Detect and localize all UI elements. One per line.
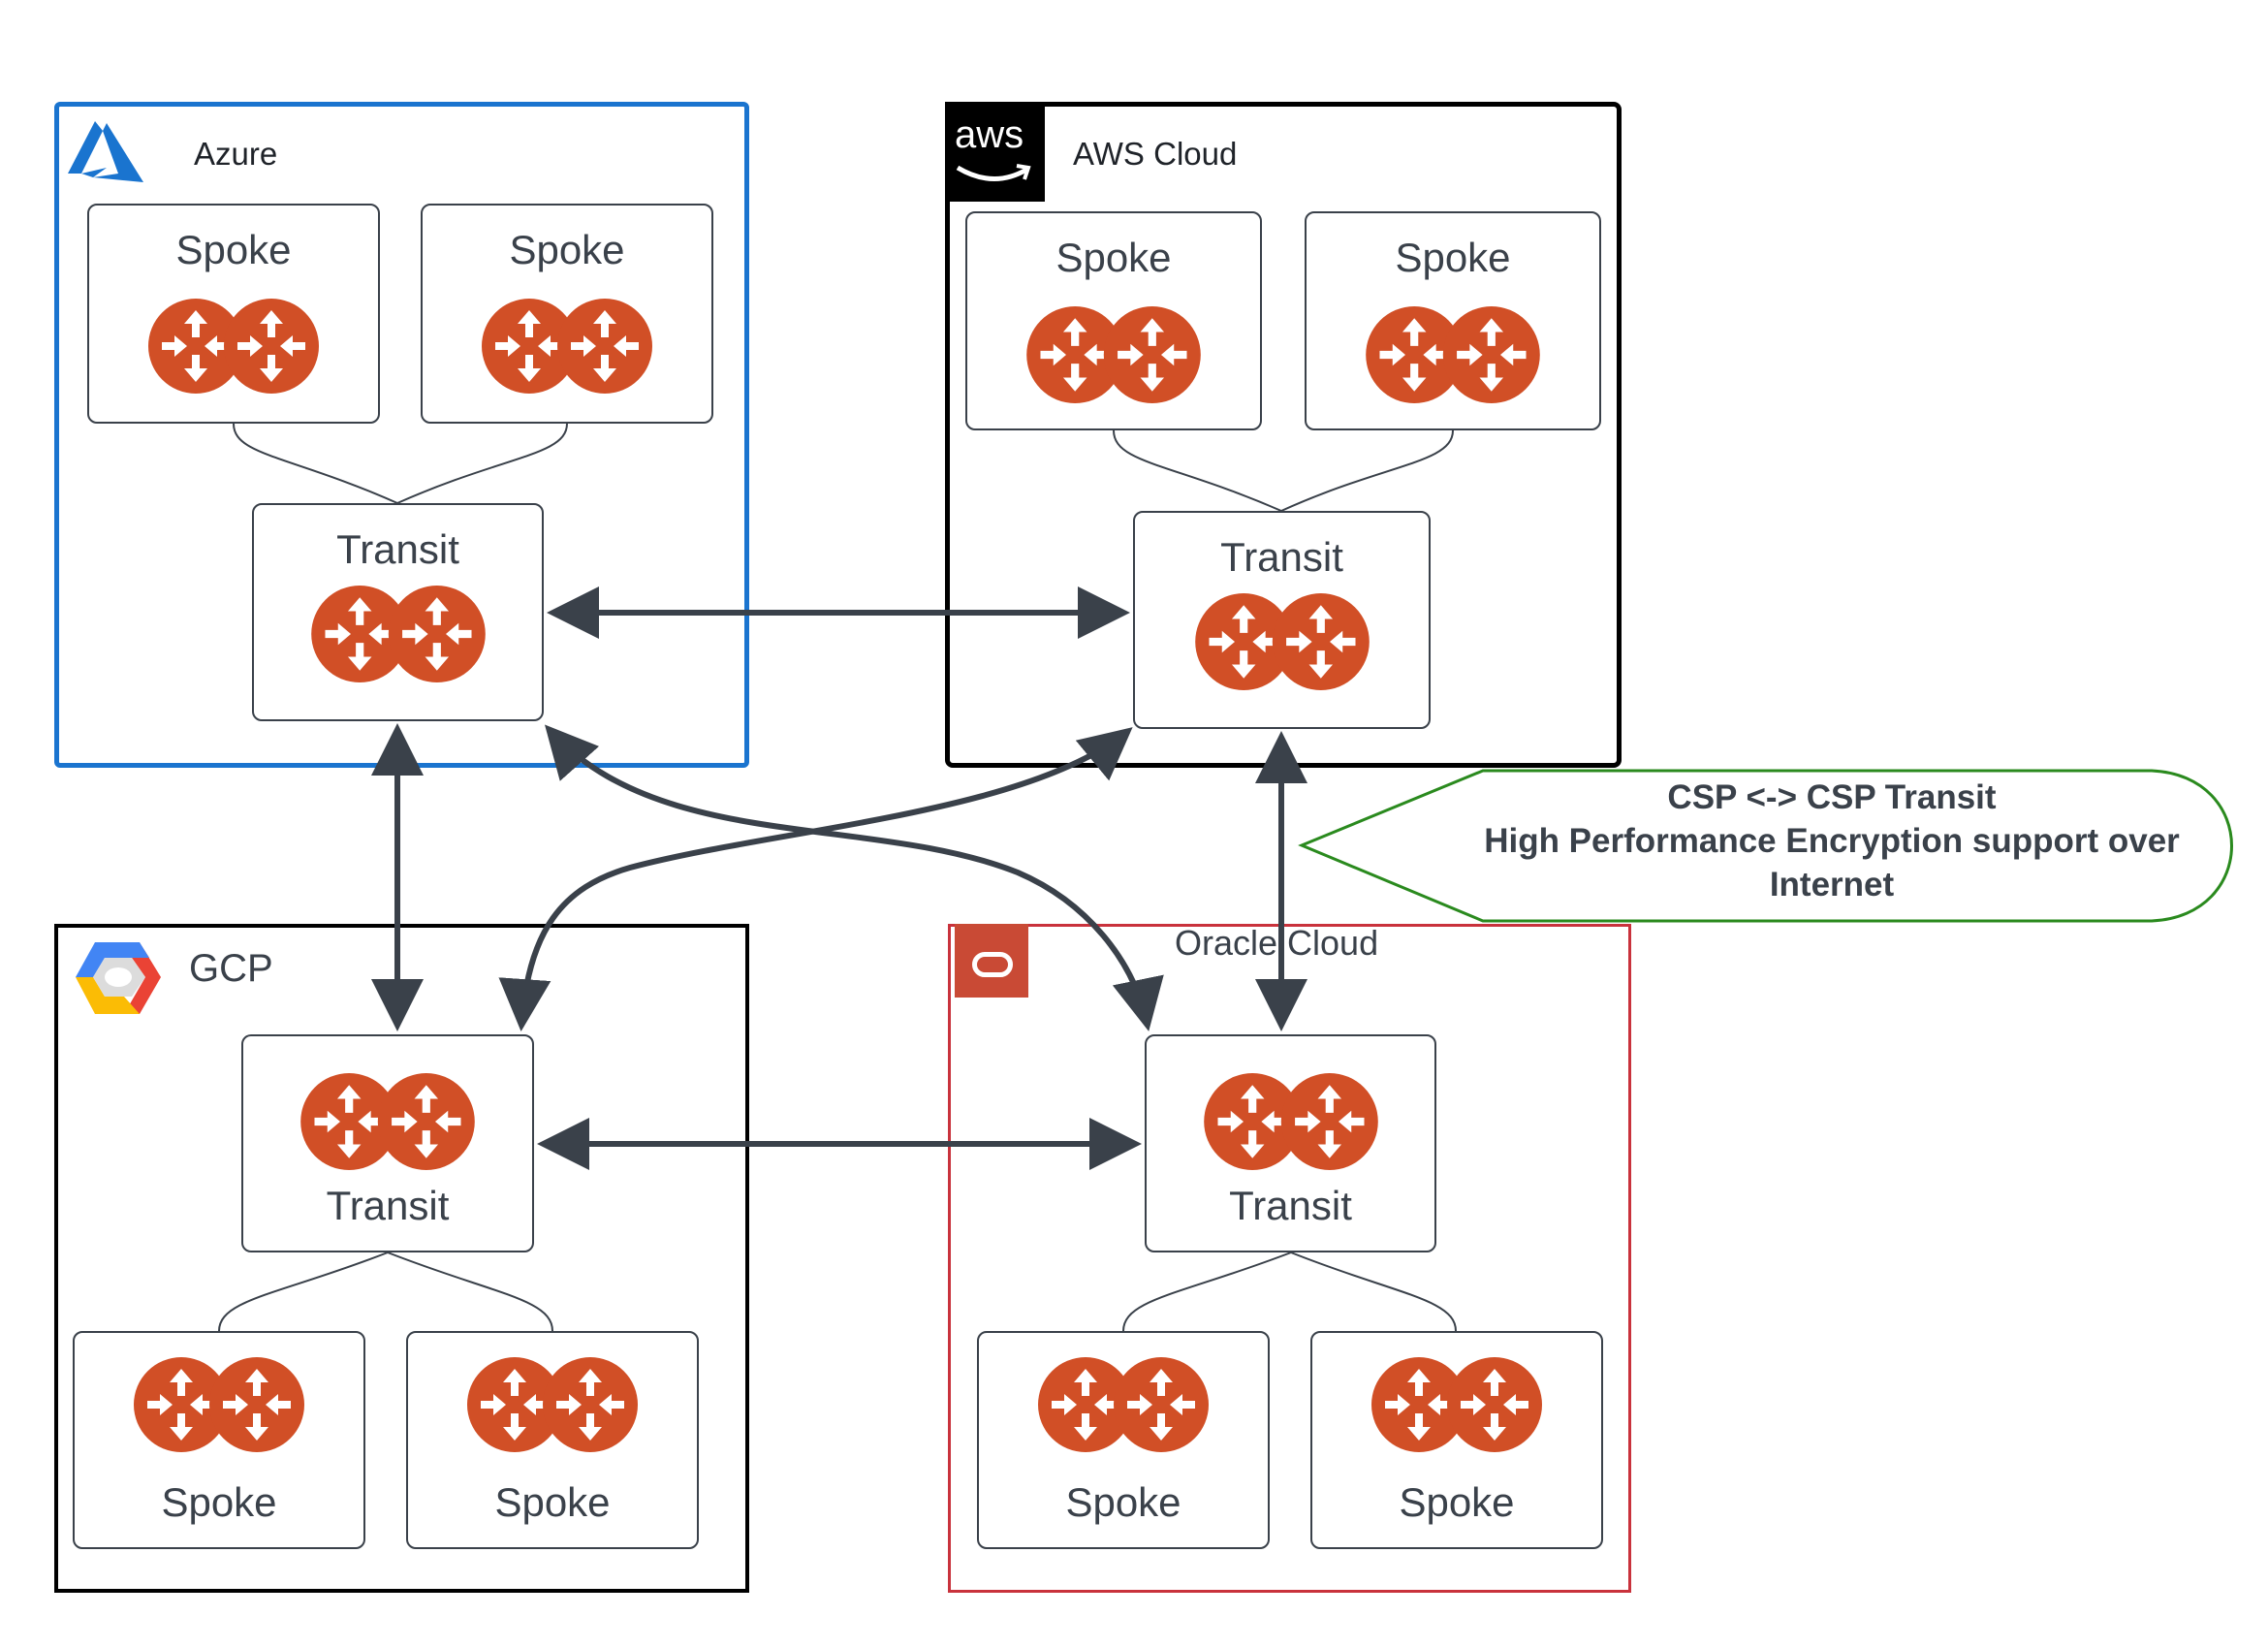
- node-label: Spoke: [494, 1479, 611, 1525]
- oracle-spoke-1[interactable]: Spoke: [977, 1331, 1270, 1549]
- node-label: Spoke: [1065, 1479, 1181, 1525]
- gcp-logo-icon: [76, 942, 161, 1014]
- aws-spoke-1[interactable]: Spoke: [965, 211, 1262, 430]
- aws-logo-text: aws: [955, 113, 1024, 156]
- router-icon: [1194, 593, 1370, 690]
- node-label: Spoke: [175, 227, 292, 272]
- router-icon: [1026, 306, 1201, 403]
- node-label: Transit: [1220, 534, 1343, 580]
- router-icon: [482, 299, 652, 394]
- router-icon: [134, 1357, 304, 1452]
- router-icon: [148, 299, 319, 394]
- node-label: Spoke: [1055, 235, 1172, 280]
- oracle-logo-icon: [955, 924, 1028, 998]
- router-icon: [1203, 1073, 1378, 1170]
- router-icon: [1371, 1357, 1542, 1452]
- router-icon: [1038, 1357, 1209, 1452]
- aws-logo-icon: aws: [945, 102, 1045, 202]
- azure-title: Azure: [194, 136, 278, 172]
- oracle-transit[interactable]: Transit: [1145, 1034, 1436, 1252]
- router-icon: [467, 1357, 638, 1452]
- azure-spoke-1[interactable]: Spoke: [87, 204, 380, 424]
- azure-spoke-2[interactable]: Spoke: [421, 204, 713, 424]
- node-label: Spoke: [1395, 235, 1511, 280]
- azure-logo-icon: [68, 121, 143, 182]
- node-label: Spoke: [161, 1479, 277, 1525]
- node-label: Transit: [336, 526, 459, 572]
- gcp-spoke-2[interactable]: Spoke: [406, 1331, 699, 1549]
- gcp-transit[interactable]: Transit: [241, 1034, 534, 1252]
- aws-transit[interactable]: Transit: [1133, 511, 1431, 729]
- callout-line-3: Internet: [1769, 866, 1895, 903]
- azure-transit[interactable]: Transit: [252, 503, 544, 721]
- aws-spoke-2[interactable]: Spoke: [1305, 211, 1601, 430]
- router-icon: [310, 586, 486, 682]
- router-icon: [1366, 306, 1540, 403]
- node-label: Transit: [1229, 1183, 1352, 1228]
- callout-text: CSP <-> CSP Transit High Performance Enc…: [1434, 776, 2229, 906]
- oracle-spoke-2[interactable]: Spoke: [1310, 1331, 1603, 1549]
- aws-title: AWS Cloud: [1073, 136, 1238, 172]
- oracle-title: Oracle Cloud: [1175, 923, 1379, 963]
- callout-line-2: High Performance Encryption support over: [1484, 822, 2180, 860]
- router-icon: [300, 1073, 475, 1170]
- node-label: Transit: [326, 1183, 450, 1228]
- node-label: Spoke: [1399, 1479, 1515, 1525]
- gcp-title: GCP: [189, 947, 273, 990]
- callout-line-1: CSP <-> CSP Transit: [1667, 778, 1997, 816]
- gcp-spoke-1[interactable]: Spoke: [73, 1331, 365, 1549]
- node-label: Spoke: [509, 227, 625, 272]
